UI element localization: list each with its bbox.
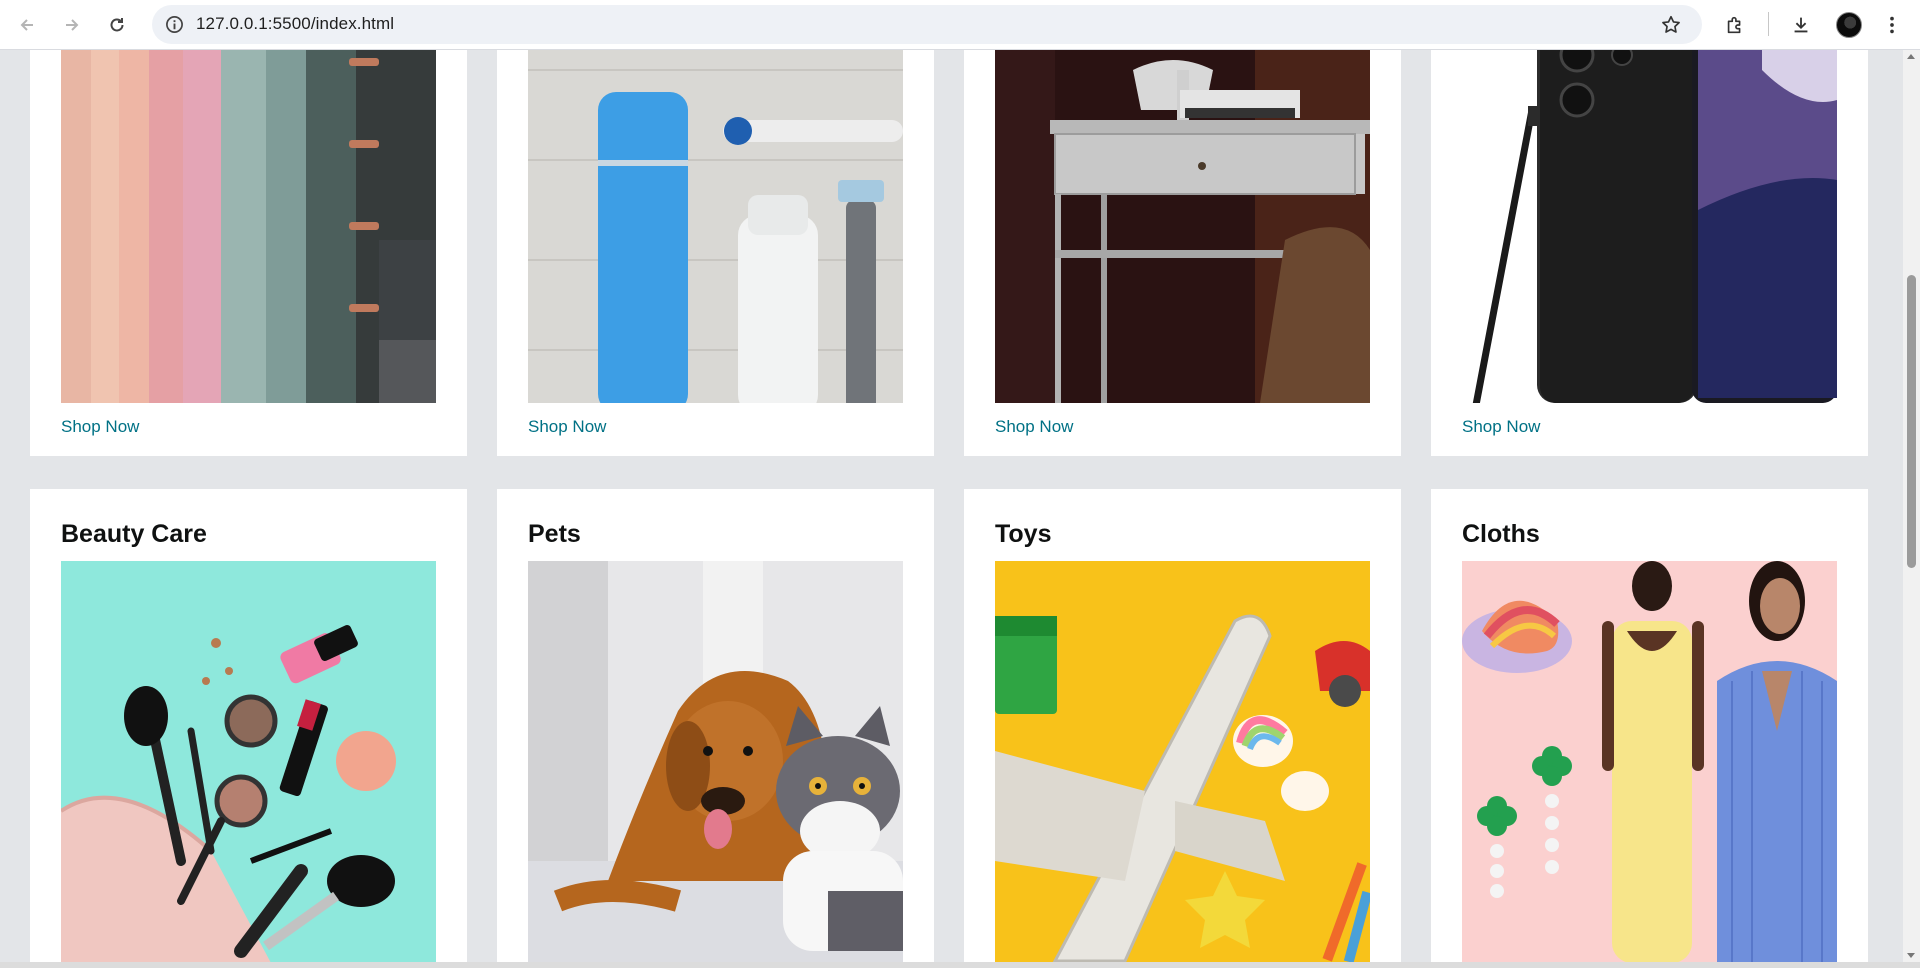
reload-icon [110, 18, 124, 32]
downloads-button[interactable] [1784, 8, 1818, 42]
shop-now-link[interactable]: Shop Now [61, 417, 139, 437]
smartphone-image[interactable] [1462, 50, 1837, 403]
toolbar-divider [1768, 12, 1769, 36]
browser-menu-button[interactable] [1875, 8, 1909, 42]
scroll-down-arrow-icon[interactable] [1907, 953, 1915, 958]
makeup-image[interactable] [61, 561, 436, 962]
site-info-icon[interactable] [165, 15, 184, 34]
category-card-pets: Pets [497, 489, 934, 962]
dog-and-cat-image[interactable] [528, 561, 903, 962]
category-card: Shop Now [30, 50, 467, 456]
profile-avatar[interactable] [1836, 12, 1862, 38]
forward-button[interactable] [55, 8, 89, 42]
card-title: Cloths [1462, 520, 1540, 548]
url-text: 127.0.0.1:5500/index.html [196, 14, 395, 33]
vertical-scrollbar[interactable] [1903, 50, 1920, 962]
puzzle-icon [1727, 16, 1741, 34]
download-icon [1794, 17, 1808, 33]
shop-now-link[interactable]: Shop Now [528, 417, 606, 437]
category-card: Shop Now [497, 50, 934, 456]
desk-furniture-image[interactable] [995, 50, 1370, 403]
category-card-beauty-care: Beauty Care [30, 489, 467, 962]
category-card-cloths: Cloths [1431, 489, 1868, 962]
more-vert-icon [1890, 16, 1894, 34]
scrollbar-thumb[interactable] [1907, 275, 1916, 568]
extensions-button[interactable] [1718, 8, 1752, 42]
shop-now-link[interactable]: Shop Now [995, 417, 1073, 437]
back-arrow-icon [20, 19, 33, 31]
card-title: Pets [528, 520, 581, 548]
category-card-toys: Toys [964, 489, 1401, 962]
reload-button[interactable] [100, 8, 134, 42]
personal-care-image[interactable] [528, 50, 903, 403]
curtains-image[interactable] [61, 50, 436, 403]
horizontal-scrollbar[interactable] [0, 962, 1920, 968]
category-card: Shop Now [1431, 50, 1868, 456]
toy-airplane-image[interactable] [995, 561, 1370, 962]
browser-toolbar: 127.0.0.1:5500/index.html [0, 0, 1920, 50]
bookmark-star-icon[interactable] [1660, 14, 1682, 36]
forward-arrow-icon [66, 19, 79, 31]
scroll-up-arrow-icon[interactable] [1907, 54, 1915, 59]
fashion-models-image[interactable] [1462, 561, 1837, 962]
card-title: Beauty Care [61, 520, 207, 548]
category-card: Shop Now [964, 50, 1401, 456]
card-title: Toys [995, 520, 1052, 548]
back-button[interactable] [10, 8, 44, 42]
address-bar[interactable]: 127.0.0.1:5500/index.html [152, 5, 1702, 44]
page-viewport: Shop Now Shop Now Shop Now Shop Now Beau… [0, 50, 1903, 962]
shop-now-link[interactable]: Shop Now [1462, 417, 1540, 437]
